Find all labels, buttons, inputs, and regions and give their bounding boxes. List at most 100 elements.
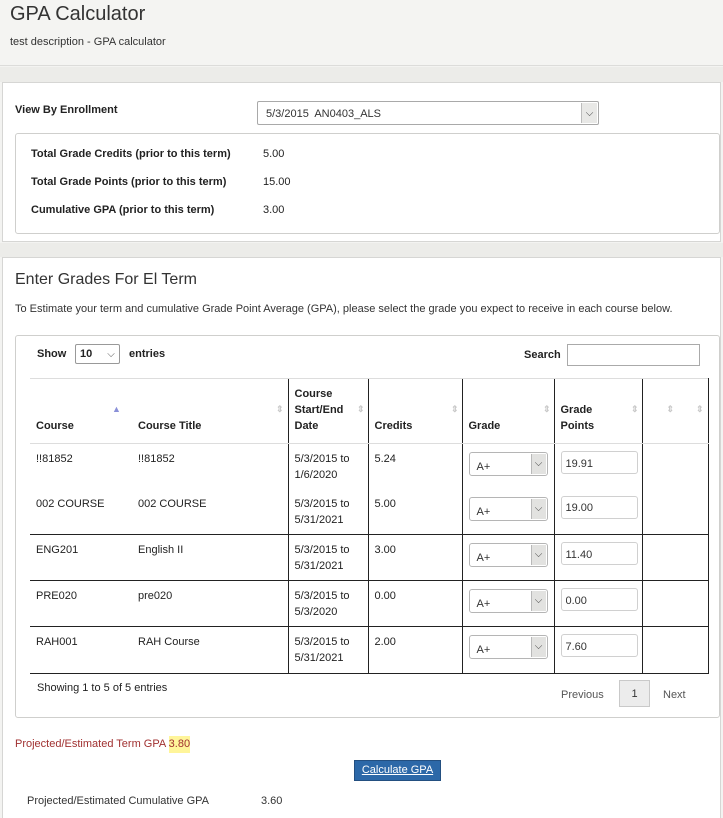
table-header-row: Course ▲ Course Title ⇕ Course Start/End D… (30, 378, 709, 444)
chevron-down-icon: ⌵ (530, 498, 546, 519)
cumulative-gpa-label: Projected/Estimated Cumulative GPA (27, 795, 209, 807)
chevron-down-icon[interactable]: ⌵ (581, 103, 597, 123)
term-gpa-label: Projected/Estimated Term GPA (15, 738, 166, 750)
grade-select[interactable]: A+ ⌵ (468, 452, 548, 476)
grade-select[interactable]: A+ ⌵ (468, 543, 548, 567)
grades-section-description: To Estimate your term and cumulative Gra… (15, 303, 673, 315)
column-header-grade[interactable]: Grade ⇕ (461, 378, 554, 444)
cell-dates: 5/3/2015 to 5/31/2021 (287, 488, 368, 535)
table-row: ENG201 English II 5/3/2015 to 5/31/2021 … (30, 534, 709, 581)
dates-text: 5/3/2015 to 5/31/2021 (294, 636, 350, 664)
cell-credits: 5.00 (367, 488, 462, 535)
grade-select[interactable]: A+ ⌵ (468, 496, 548, 521)
cell-title: pre020 (132, 580, 288, 627)
column-header-course[interactable]: Course ▲ (30, 378, 132, 444)
dates-text: 5/3/2015 to 1/6/2020 (294, 453, 350, 481)
grade-points-input[interactable] (560, 451, 638, 474)
grade-select[interactable]: A+ ⌵ (468, 589, 548, 613)
grade-value: A+ (476, 644, 491, 656)
dates-text: 5/3/2015 to 5/3/2020 (294, 590, 350, 618)
enrollment-label: View By Enrollment (15, 104, 118, 116)
cell-credits: 0.00 (367, 580, 462, 627)
pagination-page-current[interactable]: 1 (619, 680, 650, 707)
page-length-select[interactable]: 10 ⌵ (75, 344, 120, 364)
sort-both-icon: ⇕ (356, 404, 365, 414)
cell-grade-points (553, 580, 642, 627)
cell-title: RAH Course (132, 626, 288, 674)
entries-label: entries (129, 348, 166, 360)
column-header-grade-points[interactable]: Grade Points ⇕ (553, 378, 642, 444)
cell-credits: 5.24 (367, 443, 462, 489)
cell-dates: 5/3/2015 to 1/6/2020 (287, 443, 368, 489)
enrollment-panel: View By Enrollment 5/3/2015 AN0403_ALS ⌵… (2, 82, 721, 242)
chevron-down-icon: ⌵ (530, 591, 546, 611)
sort-both-icon: ⇕ (695, 404, 704, 414)
cell-extra (641, 534, 709, 581)
cell-grade-points (553, 443, 642, 489)
cell-dates: 5/3/2015 to 5/31/2021 (287, 626, 368, 674)
cell-grade-points (553, 626, 642, 674)
cell-course: RAH001 (30, 626, 132, 674)
grade-points-input[interactable] (560, 634, 638, 657)
cell-title: !!81852 (138, 453, 175, 465)
column-label: Grade (468, 420, 501, 432)
column-header-dates[interactable]: Course Start/End Date ⇕ (287, 378, 368, 444)
table-row: 002 COURSE 002 COURSE 5/3/2015 to 5/31/2… (30, 488, 709, 535)
section-divider (0, 243, 723, 257)
summary-value: 15.00 (263, 176, 291, 188)
summary-value: 3.00 (263, 204, 285, 216)
cell-grade: A+ ⌵ (461, 534, 554, 581)
grade-points-input[interactable] (560, 588, 638, 611)
cell-title: 002 COURSE (132, 488, 288, 535)
cell-grade: A+ ⌵ (461, 443, 554, 489)
section-divider (0, 67, 723, 82)
chevron-down-icon: ⌵ (530, 454, 546, 474)
show-label: Show (37, 348, 67, 360)
cell-dates: 5/3/2015 to 5/3/2020 (287, 580, 368, 627)
calculate-gpa-button[interactable]: Calculate GPA (354, 760, 441, 781)
grade-points-input[interactable] (560, 495, 638, 519)
grade-points-input[interactable] (560, 542, 638, 565)
pagination-next[interactable]: Next (663, 689, 686, 701)
grades-panel: Enter Grades For El Term To Estimate you… (2, 257, 721, 818)
sort-both-icon: ⇕ (630, 404, 639, 414)
cell-extra (641, 626, 709, 674)
column-label: Credits (374, 420, 413, 432)
grade-select[interactable]: A+ ⌵ (468, 635, 548, 659)
sort-both-icon: ⇕ (542, 404, 551, 414)
table-info: Showing 1 to 5 of 5 entries (37, 682, 168, 694)
column-label: Course Start/End Date (294, 388, 344, 432)
table-row: RAH001 RAH Course 5/3/2015 to 5/31/2021 … (30, 626, 709, 674)
sort-both-icon: ⇕ (450, 404, 459, 414)
column-label: Course (36, 420, 74, 432)
cell-credits: 3.00 (367, 534, 462, 581)
pagination-previous[interactable]: Previous (561, 689, 604, 701)
cell-course: ENG201 (30, 534, 132, 581)
sort-both-icon: ⇕ (666, 404, 675, 414)
chevron-down-icon: ⌵ (530, 637, 546, 657)
cell-course: 002 COURSE (30, 488, 132, 535)
table-row: !!81852 !!81852 5/3/2015 to 1/6/2020 5.2… (30, 443, 709, 489)
summary-label: Cumulative GPA (prior to this term) (31, 204, 215, 216)
cell-extra (641, 443, 709, 489)
search-label: Search (524, 349, 561, 361)
projected-term-gpa: Projected/Estimated Term GPA 3.80 (15, 736, 191, 753)
column-header-extra[interactable]: ⇕ ⇕ (641, 378, 709, 444)
grades-table: Course ▲ Course Title ⇕ Course Start/End D… (30, 378, 709, 674)
search-input[interactable] (567, 344, 700, 366)
page-description: test description - GPA calculator (10, 36, 166, 48)
column-label: Grade Points (560, 404, 595, 432)
chevron-down-icon: ⌵ (107, 348, 115, 360)
cell-grade: A+ ⌵ (461, 626, 554, 674)
cell-extra (641, 580, 709, 627)
chevron-down-icon: ⌵ (530, 545, 546, 565)
cell-title: English II (132, 534, 288, 581)
column-header-course-title[interactable]: Course Title ⇕ (132, 378, 288, 444)
enrollment-select[interactable]: 5/3/2015 AN0403_ALS ⌵ (257, 101, 599, 125)
table-row: PRE020 pre020 5/3/2015 to 5/3/2020 0.00 … (30, 580, 709, 627)
grade-value: A+ (476, 505, 491, 518)
cell-grade-points (553, 534, 642, 581)
cell-extra (641, 488, 709, 535)
column-header-credits[interactable]: Credits ⇕ (367, 378, 462, 444)
cell-course: PRE020 (30, 580, 132, 627)
